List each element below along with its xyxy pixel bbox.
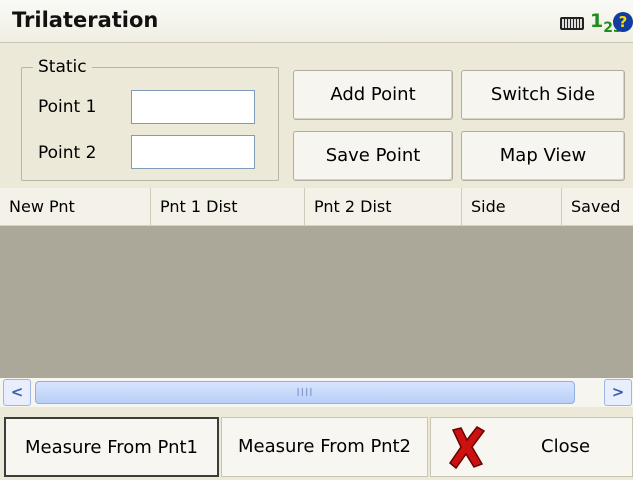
scroll-track[interactable]: IIII <box>35 381 598 404</box>
static-group-label: Static <box>33 57 92 77</box>
column-new-pnt[interactable]: New Pnt <box>0 188 151 225</box>
title-bar: Trilateration 123 ? <box>0 0 633 43</box>
input-mode-main: 1 <box>590 10 604 32</box>
window-title: Trilateration <box>12 8 159 32</box>
column-side[interactable]: Side <box>462 188 562 225</box>
column-pnt2-dist[interactable]: Pnt 2 Dist <box>305 188 462 225</box>
measure-from-pnt2-button[interactable]: Measure From Pnt2 <box>221 417 428 477</box>
point2-label: Point 2 <box>38 143 97 163</box>
switch-side-button[interactable]: Switch Side <box>461 70 625 120</box>
keyboard-icon[interactable] <box>560 17 584 30</box>
measure-from-pnt1-button[interactable]: Measure From Pnt1 <box>4 417 219 477</box>
table-header: New Pnt Pnt 1 Dist Pnt 2 Dist Side Saved <box>0 188 633 226</box>
points-table[interactable]: New Pnt Pnt 1 Dist Pnt 2 Dist Side Saved <box>0 188 633 378</box>
column-saved[interactable]: Saved <box>562 188 633 225</box>
column-pnt1-dist[interactable]: Pnt 1 Dist <box>151 188 305 225</box>
scroll-thumb[interactable]: IIII <box>35 381 575 404</box>
add-point-button[interactable]: Add Point <box>293 70 453 120</box>
point1-label: Point 1 <box>38 97 97 117</box>
close-x-icon <box>448 426 486 470</box>
help-icon[interactable]: ? <box>613 12 633 32</box>
close-label: Close <box>541 436 591 457</box>
save-point-button[interactable]: Save Point <box>293 131 453 181</box>
horizontal-scrollbar[interactable]: < IIII > <box>0 378 633 407</box>
map-view-button[interactable]: Map View <box>461 131 625 181</box>
point2-field[interactable] <box>131 135 255 169</box>
scroll-right-button[interactable]: > <box>604 379 632 406</box>
point1-field[interactable] <box>131 90 255 124</box>
scroll-left-button[interactable]: < <box>3 379 31 406</box>
